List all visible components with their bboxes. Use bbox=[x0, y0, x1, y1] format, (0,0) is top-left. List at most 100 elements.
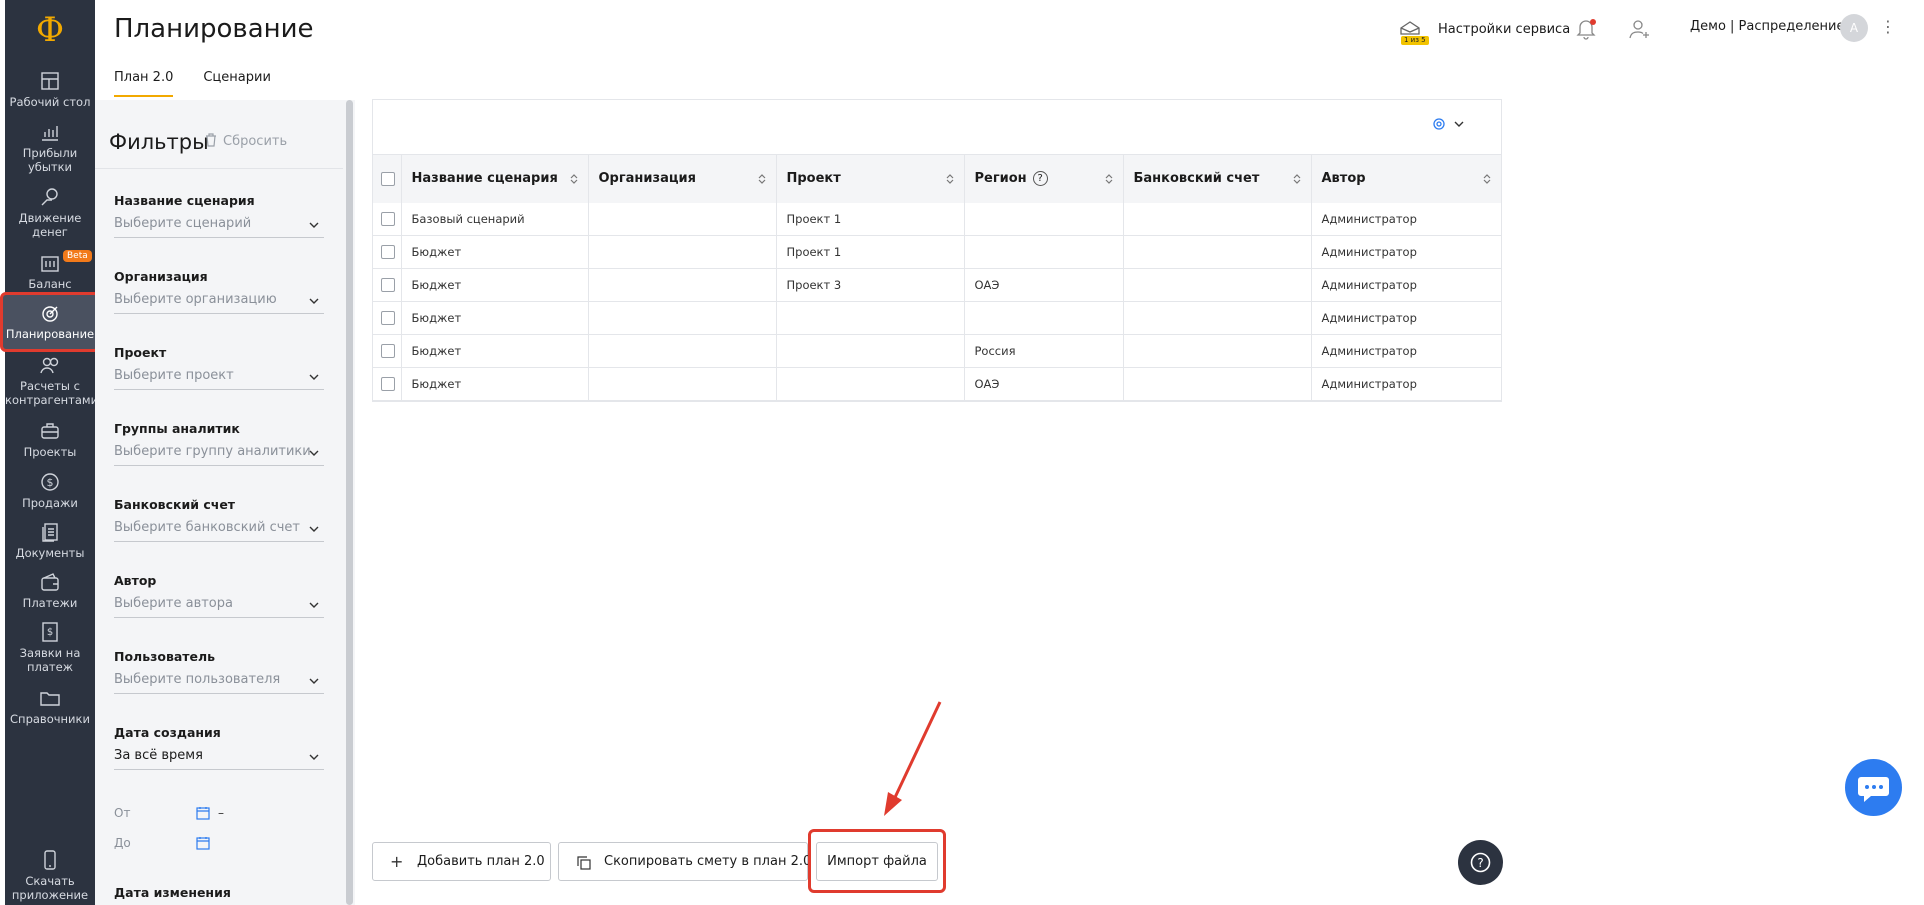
chat-icon bbox=[1858, 777, 1889, 802]
scenarios-table-card: Название сценария Организация Проект Рег… bbox=[372, 99, 1502, 402]
cell-organization bbox=[588, 367, 777, 401]
created-date-select[interactable]: За всё время bbox=[114, 748, 324, 770]
nav-item-payments[interactable]: Платежи bbox=[5, 571, 95, 610]
row-checkbox[interactable] bbox=[381, 278, 395, 293]
filter-project: Проект Выберите проект bbox=[114, 345, 324, 390]
cell-region: ОАЭ bbox=[964, 268, 1124, 302]
filter-label: Пользователь bbox=[114, 649, 216, 664]
page-title: Планирование bbox=[114, 14, 314, 44]
nav-item-download-app[interactable]: Скачать приложение bbox=[5, 849, 95, 902]
chevron-down-icon bbox=[309, 450, 319, 456]
more-menu-icon[interactable]: ⋮ bbox=[1880, 17, 1896, 36]
organization-select[interactable]: Выберите организацию bbox=[114, 292, 324, 314]
column-header: Автор bbox=[1321, 171, 1366, 187]
nav-item-cashflow[interactable]: Движение денег bbox=[5, 186, 95, 239]
sort-icon[interactable] bbox=[1105, 173, 1113, 185]
cell-organization bbox=[588, 301, 777, 335]
service-settings-link[interactable]: Настройки сервиса bbox=[1438, 22, 1570, 37]
nav-label: Баланс bbox=[28, 277, 72, 291]
table-row[interactable]: Бюджет Россия Администратор bbox=[373, 334, 1501, 368]
sort-icon[interactable] bbox=[946, 173, 954, 185]
scenario-select[interactable]: Выберите сценарий bbox=[114, 216, 324, 238]
cell-author: Администратор bbox=[1311, 235, 1501, 269]
filters-scrollbar-thumb[interactable] bbox=[346, 100, 353, 905]
project-select[interactable]: Выберите проект bbox=[114, 368, 324, 390]
tab-scenarios[interactable]: Сценарии bbox=[203, 70, 271, 97]
nav-item-projects[interactable]: Проекты bbox=[5, 420, 95, 459]
avatar[interactable]: А bbox=[1840, 14, 1868, 42]
sort-icon[interactable] bbox=[1293, 173, 1301, 185]
help-icon[interactable]: ? bbox=[1032, 171, 1048, 187]
date-to-field[interactable]: До bbox=[114, 836, 234, 850]
logo[interactable]: Ф bbox=[5, 8, 95, 52]
cell-organization bbox=[588, 202, 777, 236]
row-checkbox[interactable] bbox=[381, 344, 395, 359]
bank-account-select[interactable]: Выберите банковский счет bbox=[114, 520, 324, 542]
col-scenario-name[interactable]: Название сценария bbox=[401, 154, 589, 203]
user-select[interactable]: Выберите пользователя bbox=[114, 672, 324, 694]
cell-organization bbox=[588, 334, 777, 368]
tab-plan-2[interactable]: План 2.0 bbox=[114, 70, 174, 97]
chat-button[interactable] bbox=[1845, 759, 1902, 816]
svg-text:$: $ bbox=[47, 476, 54, 489]
analytics-group-select[interactable]: Выберите группу аналитики bbox=[114, 444, 324, 466]
reset-filters-button[interactable]: Сбросить bbox=[205, 133, 287, 149]
col-author[interactable]: Автор bbox=[1311, 154, 1501, 203]
table-row[interactable]: Бюджет Администратор bbox=[373, 301, 1501, 335]
plus-icon: + bbox=[390, 852, 404, 871]
filter-scenario: Название сценария Выберите сценарий bbox=[114, 193, 324, 238]
cell-scenario: Бюджет bbox=[401, 268, 589, 302]
add-plan-button[interactable]: + Добавить план 2.0 bbox=[372, 842, 551, 881]
nav-item-planning[interactable]: Планирование bbox=[0, 292, 100, 352]
column-settings-icon[interactable] bbox=[1431, 116, 1469, 132]
nav-item-sales[interactable]: $ Продажи bbox=[5, 471, 95, 510]
row-checkbox[interactable] bbox=[381, 377, 395, 392]
add-user-icon[interactable] bbox=[1628, 18, 1652, 40]
nav-item-payment-requests[interactable]: $ Заявки на платеж bbox=[5, 621, 95, 674]
account-name[interactable]: Демо | Распределение bbox=[1690, 19, 1845, 34]
cell-project bbox=[776, 367, 965, 401]
scenarios-table: Название сценария Организация Проект Рег… bbox=[373, 154, 1501, 401]
col-organization[interactable]: Организация bbox=[588, 154, 777, 203]
calendar-icon[interactable] bbox=[196, 806, 210, 820]
main-nav: Ф Рабочий стол Прибыли убытки Движение д… bbox=[0, 0, 100, 905]
col-region[interactable]: Регион? bbox=[964, 154, 1124, 203]
author-select[interactable]: Выберите автора bbox=[114, 596, 324, 618]
svg-text:$: $ bbox=[47, 627, 53, 638]
col-project[interactable]: Проект bbox=[776, 154, 965, 203]
select-all-checkbox[interactable] bbox=[381, 171, 395, 186]
question-icon: ? bbox=[1470, 852, 1491, 873]
nav-item-references[interactable]: Справочники bbox=[5, 687, 95, 726]
filter-label: Банковский счет bbox=[114, 497, 236, 512]
cell-project: Проект 1 bbox=[776, 235, 965, 269]
nav-item-contractors[interactable]: Расчеты с контрагентами bbox=[5, 354, 98, 407]
cell-author: Администратор bbox=[1311, 202, 1501, 236]
date-from-field[interactable]: От – bbox=[114, 806, 234, 820]
select-all-cell bbox=[373, 154, 402, 203]
nav-item-documents[interactable]: Документы bbox=[5, 521, 95, 560]
copy-estimate-button[interactable]: Скопировать смету в план 2.0 bbox=[558, 842, 811, 881]
chevron-down-icon bbox=[309, 678, 319, 684]
chevron-down-icon bbox=[309, 222, 319, 228]
table-row[interactable]: Бюджет Проект 3 ОАЭ Администратор bbox=[373, 268, 1501, 302]
filter-author: Автор Выберите автора bbox=[114, 573, 324, 618]
table-row[interactable]: Бюджет ОАЭ Администратор bbox=[373, 367, 1501, 401]
select-placeholder: Выберите организацию bbox=[114, 292, 277, 307]
nav-label: Прибыли убытки bbox=[22, 146, 78, 174]
sort-icon[interactable] bbox=[758, 173, 766, 185]
column-header: Банковский счет bbox=[1133, 171, 1260, 187]
table-row[interactable]: Базовый сценарий Проект 1 Администратор bbox=[373, 202, 1501, 236]
nav-item-balance[interactable]: Beta Баланс bbox=[5, 250, 95, 291]
nav-item-profit[interactable]: Прибыли убытки bbox=[5, 121, 95, 174]
help-button[interactable]: ? bbox=[1458, 840, 1503, 885]
row-checkbox[interactable] bbox=[381, 212, 395, 226]
sort-icon[interactable] bbox=[570, 173, 578, 185]
row-checkbox[interactable] bbox=[381, 245, 395, 260]
col-bank-account[interactable]: Банковский счет bbox=[1123, 154, 1312, 203]
row-checkbox[interactable] bbox=[381, 311, 395, 326]
nav-item-desktop[interactable]: Рабочий стол bbox=[5, 70, 95, 109]
table-row[interactable]: Бюджет Проект 1 Администратор bbox=[373, 235, 1501, 269]
calendar-icon[interactable] bbox=[196, 836, 210, 850]
import-file-button[interactable]: Импорт файла bbox=[816, 842, 938, 881]
sort-icon[interactable] bbox=[1483, 173, 1491, 185]
